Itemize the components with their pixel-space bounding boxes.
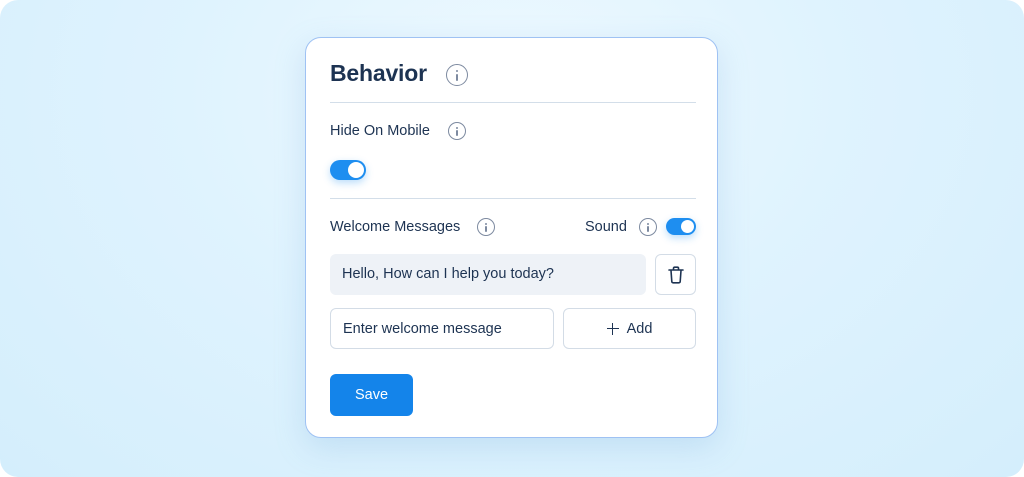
sound-label: Sound <box>585 219 627 235</box>
info-icon[interactable] <box>639 218 657 236</box>
welcome-messages-label: Welcome Messages <box>330 219 461 235</box>
add-button-label: Add <box>626 320 653 337</box>
divider <box>330 102 696 103</box>
info-icon[interactable] <box>448 122 466 140</box>
behavior-card: Behavior Hide On Mobile Welcome Messages… <box>305 37 718 438</box>
card-title: Behavior <box>330 60 427 86</box>
hide-on-mobile-label: Hide On Mobile <box>330 123 430 139</box>
toggle-knob <box>681 220 694 233</box>
welcome-message-item[interactable]: Hello, How can I help you today? <box>330 254 646 295</box>
plus-icon <box>606 322 619 335</box>
info-icon[interactable] <box>446 64 468 86</box>
toggle-knob <box>348 162 364 178</box>
save-button[interactable]: Save <box>330 374 413 416</box>
hide-on-mobile-toggle[interactable] <box>330 160 366 180</box>
delete-message-button[interactable] <box>655 254 696 295</box>
divider <box>330 198 696 199</box>
add-message-button[interactable]: Add <box>563 308 696 349</box>
info-icon[interactable] <box>477 218 495 236</box>
sound-toggle[interactable] <box>666 218 696 235</box>
trash-icon <box>667 265 684 284</box>
welcome-message-input[interactable] <box>330 308 554 349</box>
